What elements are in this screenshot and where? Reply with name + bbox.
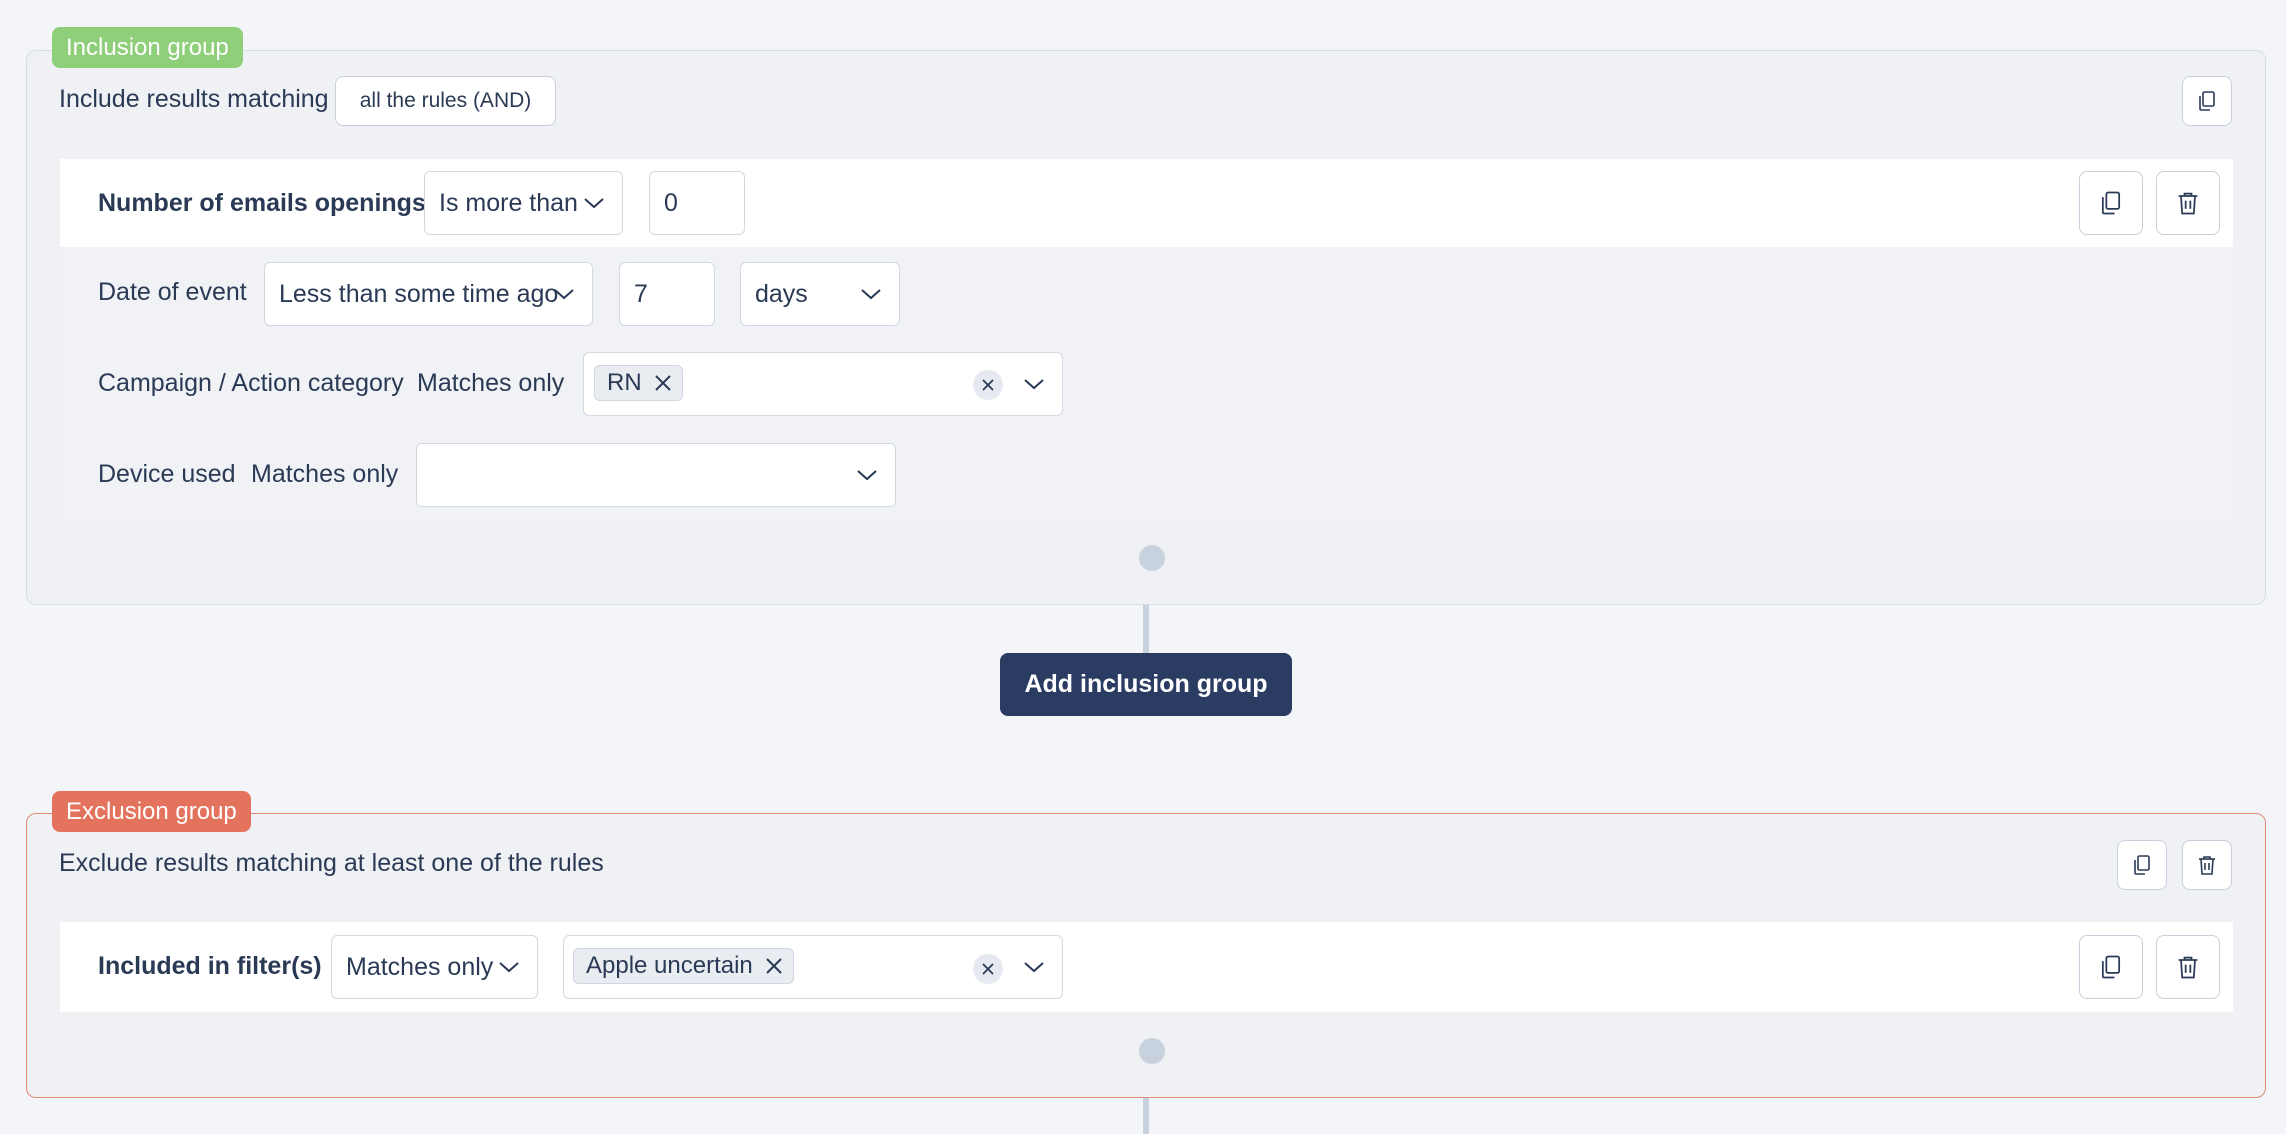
copy-group-button[interactable]: [2182, 76, 2232, 126]
delete-rule-button[interactable]: [2156, 935, 2220, 999]
copy-group-button[interactable]: [2117, 840, 2167, 890]
campaign-condition-label: Campaign / Action category: [98, 369, 404, 397]
copy-icon: [2134, 855, 2150, 875]
exclusion-matching-label: Exclude results matching at least one of…: [59, 849, 604, 877]
chevron-down-icon: [861, 289, 881, 300]
delete-rule-button[interactable]: [2156, 171, 2220, 235]
connector-dot: [1139, 1038, 1165, 1064]
connector-line: [1143, 1096, 1149, 1134]
trash-icon: [2178, 192, 2198, 215]
date-value-input[interactable]: 7: [619, 262, 715, 326]
rule-title: Number of emails openings: [98, 189, 426, 217]
exclusion-operator-select[interactable]: Matches only: [331, 935, 538, 999]
campaign-operator-label: Matches only: [417, 369, 565, 397]
trash-icon: [2178, 956, 2198, 979]
inclusion-group-badge: Inclusion group: [52, 27, 243, 68]
device-condition-label: Device used: [98, 460, 236, 488]
date-operator-select[interactable]: Less than some time ago: [264, 262, 593, 326]
chevron-down-icon: [1024, 379, 1044, 390]
campaign-tag: RN: [594, 365, 683, 401]
chevron-down-icon: [857, 470, 877, 481]
clear-icon: [982, 963, 994, 975]
copy-rule-button[interactable]: [2079, 171, 2143, 235]
chevron-down-icon: [1024, 962, 1044, 973]
copy-rule-button[interactable]: [2079, 935, 2143, 999]
delete-group-button[interactable]: [2182, 840, 2232, 890]
exclusion-group-badge: Exclusion group: [52, 791, 251, 832]
chevron-down-icon: [554, 289, 574, 300]
add-inclusion-group-button[interactable]: Add inclusion group: [1000, 653, 1292, 716]
copy-icon: [2101, 191, 2121, 215]
date-unit-select[interactable]: days: [740, 262, 900, 326]
exclusion-filter-tag: Apple uncertain: [573, 948, 794, 984]
rule-value-input[interactable]: 0: [649, 171, 745, 235]
exclusion-filter-tag-label: Apple uncertain: [586, 952, 753, 979]
date-condition-label: Date of event: [98, 278, 247, 306]
connector-dot: [1139, 545, 1165, 571]
rule-operator-select[interactable]: Is more than: [424, 171, 623, 235]
exclusion-clear-button[interactable]: [973, 954, 1003, 984]
exclusion-rule-title: Included in filter(s): [98, 952, 322, 980]
device-operator-label: Matches only: [251, 460, 399, 488]
trash-icon: [2199, 856, 2215, 875]
date-value: 7: [634, 279, 648, 308]
exclusion-operator-value: Matches only: [346, 952, 494, 981]
campaign-tag-label: RN: [607, 369, 642, 396]
clear-icon: [982, 379, 994, 391]
rule-operator-value: Is more than: [439, 188, 578, 217]
chevron-down-icon: [584, 198, 604, 209]
copy-icon: [2199, 91, 2215, 111]
device-multiselect[interactable]: [416, 443, 896, 507]
chevron-down-icon: [499, 962, 519, 973]
close-icon[interactable]: [765, 957, 783, 975]
close-icon[interactable]: [654, 374, 672, 392]
campaign-clear-button[interactable]: [973, 370, 1003, 400]
rule-value: 0: [664, 188, 678, 217]
copy-icon: [2101, 955, 2121, 979]
inclusion-matching-label: Include results matching: [59, 85, 329, 113]
connector-line: [1143, 600, 1149, 658]
date-operator-value: Less than some time ago: [279, 279, 559, 308]
date-unit-value: days: [755, 279, 808, 308]
matching-mode-button[interactable]: all the rules (AND): [335, 76, 556, 126]
